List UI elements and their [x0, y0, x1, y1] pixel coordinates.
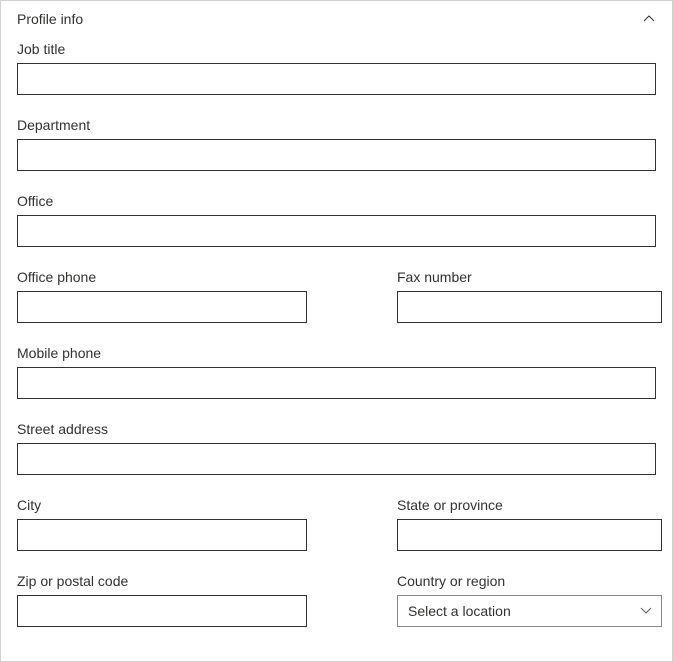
chevron-up-icon[interactable]: [642, 12, 656, 26]
city-label: City: [17, 497, 307, 513]
street-address-input[interactable]: [17, 443, 656, 475]
country-region-select[interactable]: Select a location: [397, 595, 662, 627]
street-address-label: Street address: [17, 421, 656, 437]
department-input[interactable]: [17, 139, 656, 171]
country-region-select-wrapper: Select a location: [397, 595, 662, 627]
office-label: Office: [17, 193, 656, 209]
panel-body: Job title Department Office Office phone…: [1, 31, 672, 643]
city-input[interactable]: [17, 519, 307, 551]
country-region-label: Country or region: [397, 573, 662, 589]
mobile-phone-label: Mobile phone: [17, 345, 656, 361]
state-province-label: State or province: [397, 497, 662, 513]
office-input[interactable]: [17, 215, 656, 247]
row-city-state: City State or province: [17, 497, 656, 551]
profile-info-panel: Profile info Job title Department Office…: [0, 0, 673, 662]
zip-postal-input[interactable]: [17, 595, 307, 627]
job-title-label: Job title: [17, 41, 656, 57]
department-label: Department: [17, 117, 656, 133]
field-office: Office: [17, 193, 656, 247]
field-street-address: Street address: [17, 421, 656, 475]
zip-postal-label: Zip or postal code: [17, 573, 307, 589]
fax-number-label: Fax number: [397, 269, 662, 285]
mobile-phone-input[interactable]: [17, 367, 656, 399]
field-country-region: Country or region Select a location: [397, 573, 662, 627]
field-job-title: Job title: [17, 41, 656, 95]
field-city: City: [17, 497, 307, 551]
field-fax-number: Fax number: [397, 269, 662, 323]
field-zip-postal: Zip or postal code: [17, 573, 307, 627]
field-mobile-phone: Mobile phone: [17, 345, 656, 399]
office-phone-label: Office phone: [17, 269, 307, 285]
row-zip-country: Zip or postal code Country or region Sel…: [17, 573, 656, 627]
state-province-input[interactable]: [397, 519, 662, 551]
job-title-input[interactable]: [17, 63, 656, 95]
field-office-phone: Office phone: [17, 269, 307, 323]
office-phone-input[interactable]: [17, 291, 307, 323]
panel-title: Profile info: [17, 11, 83, 27]
field-state-province: State or province: [397, 497, 662, 551]
row-phone-fax: Office phone Fax number: [17, 269, 656, 323]
field-department: Department: [17, 117, 656, 171]
panel-header: Profile info: [1, 1, 672, 31]
fax-number-input[interactable]: [397, 291, 662, 323]
